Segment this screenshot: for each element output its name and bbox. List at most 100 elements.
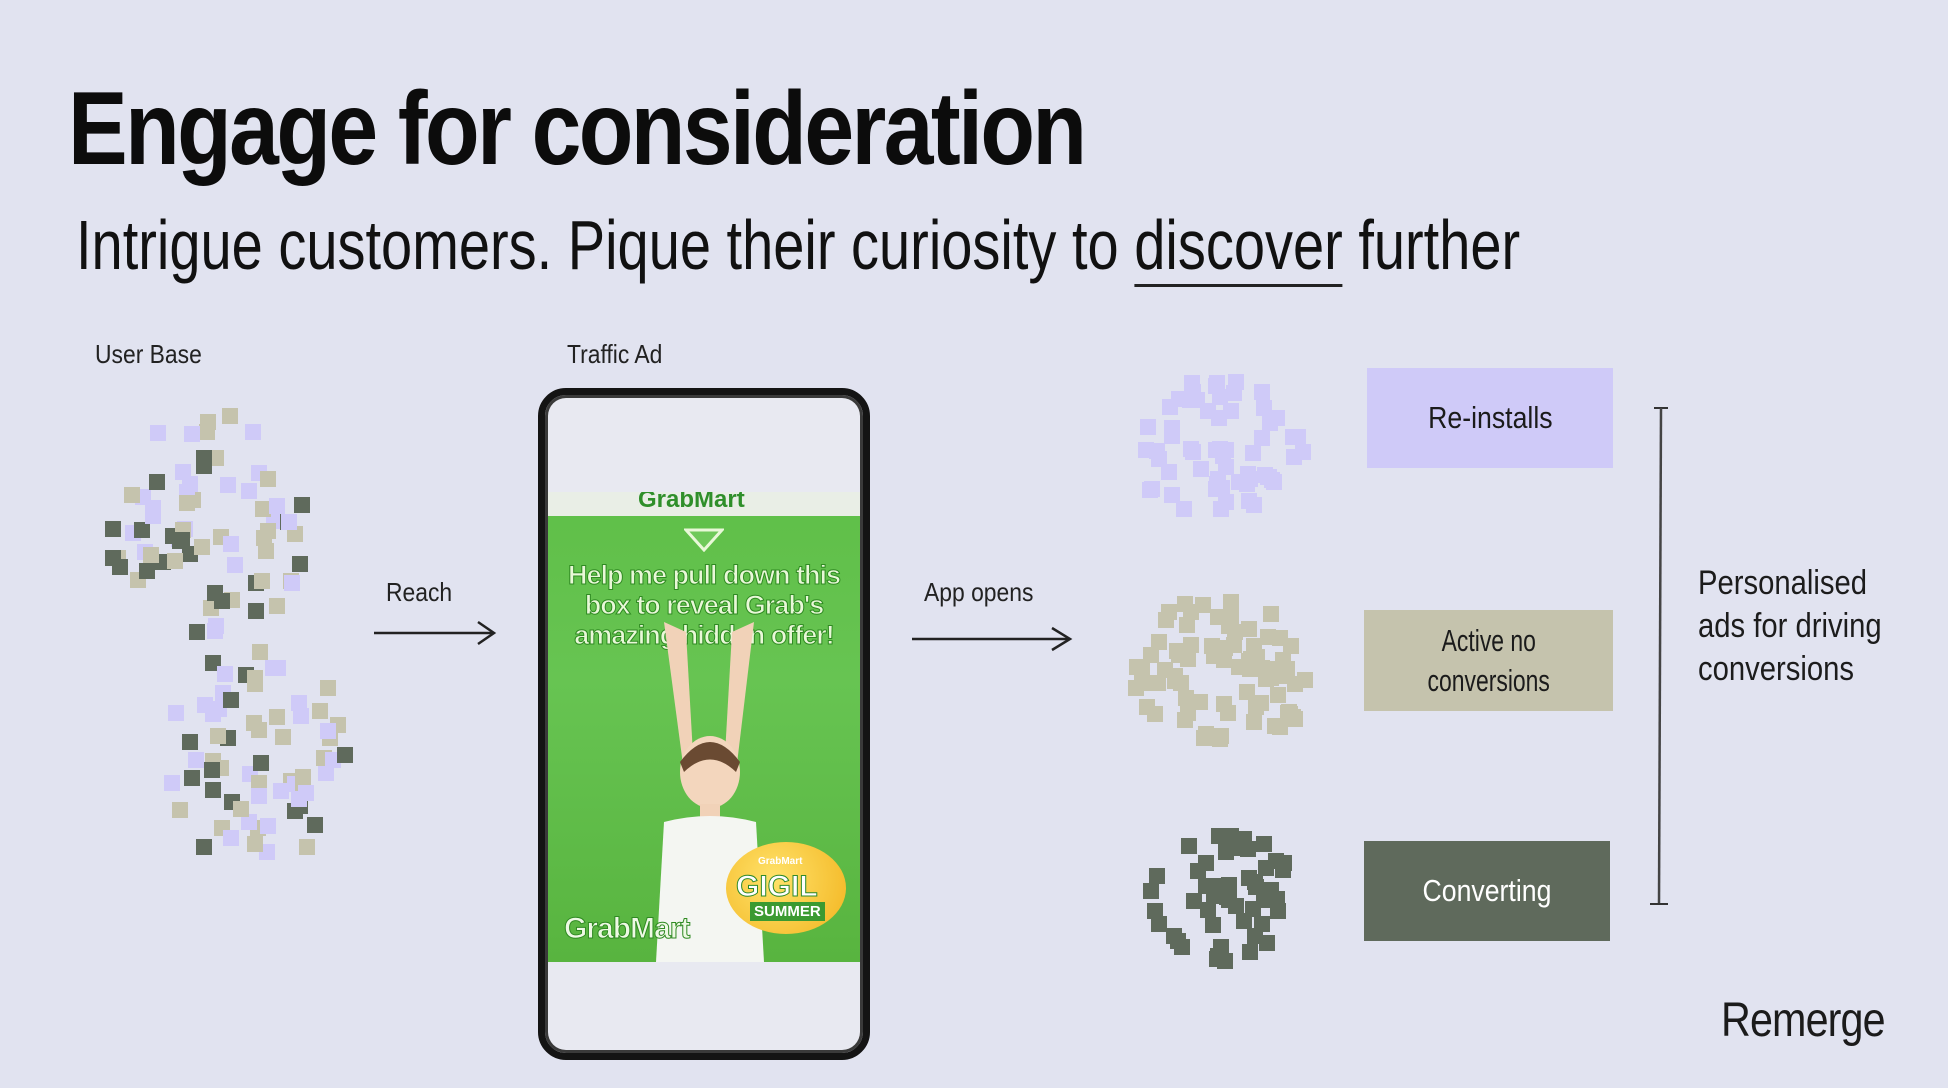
cluster-square [1260, 666, 1276, 682]
cluster-square [1243, 651, 1259, 667]
cluster-square [1213, 939, 1229, 955]
cluster-square [1241, 493, 1257, 509]
cluster-square [1285, 429, 1301, 445]
cluster-square [205, 706, 221, 722]
cluster-square [179, 495, 195, 511]
cluster-square [1245, 901, 1261, 917]
cluster-square [325, 752, 341, 768]
cluster-square [124, 487, 140, 503]
cluster-square [1189, 392, 1205, 408]
cluster-square [174, 532, 190, 548]
cluster-square [1134, 663, 1150, 679]
cluster-square [137, 544, 153, 560]
cluster-square [1297, 672, 1313, 688]
cluster-square [1207, 888, 1223, 904]
cluster-square [1218, 442, 1234, 458]
cluster-square [1218, 459, 1234, 475]
cluster-square [1261, 469, 1277, 485]
cluster-square [270, 660, 286, 676]
active-no-conversions-label: Active no conversions [1427, 622, 1550, 698]
cluster-square [295, 782, 311, 798]
cluster-square [1208, 378, 1224, 394]
cluster-square [291, 791, 307, 807]
cluster-square [1268, 853, 1284, 869]
cluster-square [1241, 870, 1257, 886]
cluster-square [280, 514, 296, 530]
cluster-square [251, 722, 267, 738]
cluster-square [269, 709, 285, 725]
cluster-square [1257, 882, 1273, 898]
cluster-square [1257, 467, 1273, 483]
cluster-square [189, 624, 205, 640]
cluster-square [1198, 855, 1214, 871]
cluster-square [265, 660, 281, 676]
cluster-square [283, 573, 299, 589]
cluster-square [1143, 647, 1159, 663]
cluster-square [1179, 617, 1195, 633]
cluster-square [182, 546, 198, 562]
cluster-square [1167, 668, 1183, 684]
cluster-square [188, 752, 204, 768]
cluster-square [1178, 690, 1194, 706]
cluster-square [1211, 828, 1227, 844]
cluster-square [1171, 391, 1187, 407]
cluster-square [1209, 951, 1225, 967]
cluster-square [1162, 399, 1178, 415]
cluster-square [184, 770, 200, 786]
cluster-square [281, 514, 297, 530]
cluster-square [1195, 597, 1211, 613]
cluster-square [112, 559, 128, 575]
cluster-square [214, 820, 230, 836]
cluster-square [168, 705, 184, 721]
cluster-square [175, 522, 191, 538]
cluster-square [1183, 441, 1199, 457]
cluster-square [283, 773, 299, 789]
cluster-square [194, 539, 210, 555]
cluster-square [1143, 883, 1159, 899]
cluster-square [1239, 476, 1255, 492]
cluster-square [1204, 638, 1220, 654]
badge-subtitle: SUMMER [750, 902, 825, 921]
cluster-square [260, 471, 276, 487]
cluster-square [1256, 836, 1272, 852]
cluster-square [260, 523, 276, 539]
cluster-square [1280, 705, 1296, 721]
cluster-square [251, 775, 267, 791]
traffic-ad-creative[interactable]: GrabMart Help me pull down this box to r… [548, 492, 860, 962]
cluster-square [167, 553, 183, 569]
cluster-square [1128, 680, 1144, 696]
cluster-square [1290, 429, 1306, 445]
cluster-square [1208, 481, 1224, 497]
cluster-square [177, 521, 193, 537]
cluster-square [1210, 471, 1226, 487]
cluster-square [1138, 442, 1154, 458]
cluster-square [1222, 828, 1238, 844]
cluster-square [1282, 706, 1298, 722]
cluster-square [185, 492, 201, 508]
cluster-square [320, 680, 336, 696]
cluster-square [1254, 384, 1270, 400]
cluster-square [318, 765, 334, 781]
cluster-square [1260, 469, 1276, 485]
cluster-square [1185, 444, 1201, 460]
user-base-label: User Base [95, 339, 202, 369]
ad-top-brand: GrabMart [638, 492, 745, 513]
cluster-square [1216, 696, 1232, 712]
cluster-square [1219, 889, 1235, 905]
cluster-square [1240, 841, 1256, 857]
cluster-square [1256, 892, 1272, 908]
cluster-square [145, 500, 161, 516]
cluster-square [1213, 501, 1229, 517]
cluster-square [1241, 621, 1257, 637]
cluster-square [1149, 868, 1165, 884]
cluster-square [182, 734, 198, 750]
cluster-square [248, 603, 264, 619]
cluster-square [1212, 731, 1228, 747]
cluster-square [223, 536, 239, 552]
cluster-square [242, 766, 258, 782]
cluster-square [1177, 712, 1193, 728]
cluster-square [1258, 671, 1274, 687]
cluster-square [1200, 403, 1216, 419]
cluster-square [275, 729, 291, 745]
converting-label: Converting [1422, 873, 1552, 908]
